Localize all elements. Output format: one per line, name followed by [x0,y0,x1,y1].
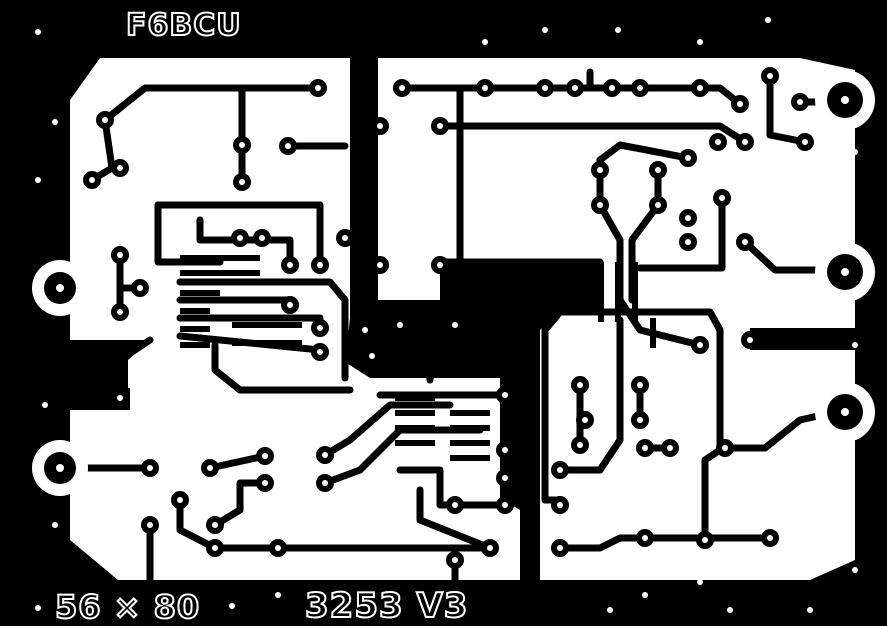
board-code-label: 3253 V3 [304,585,469,626]
board-title-label: F6BCU [125,7,242,44]
pcb-board-svg [0,0,887,624]
board-size-label: 56 × 80 [54,587,201,626]
